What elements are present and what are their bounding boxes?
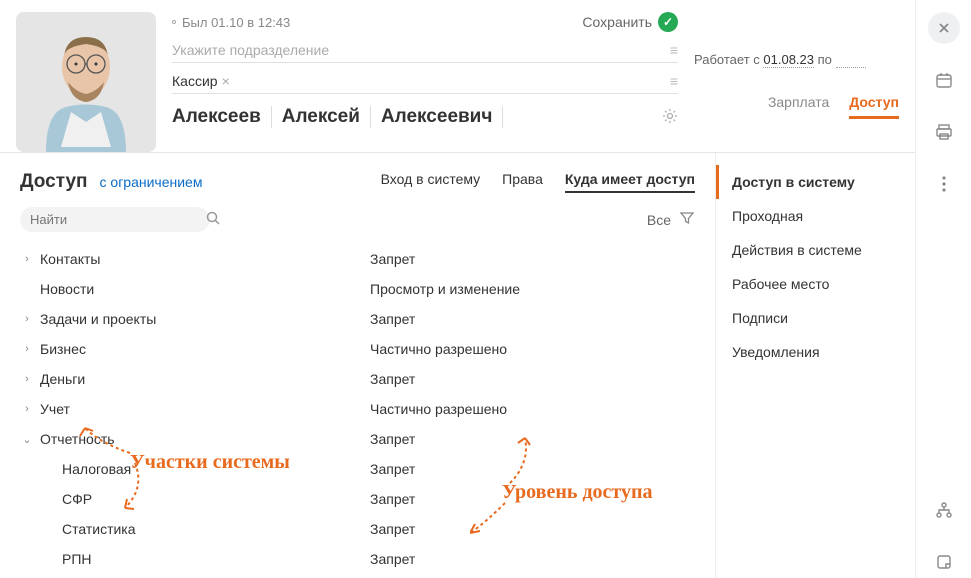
access-level[interactable]: Частично разрешено xyxy=(370,401,507,417)
more-icon[interactable] xyxy=(928,168,960,200)
tree-row[interactable]: › КонтактыЗапрет xyxy=(20,244,695,274)
page-title: Доступ xyxy=(20,171,88,193)
name-row: Алексеев Алексей Алексеевич xyxy=(172,100,678,138)
tree-row[interactable]: СтатистикаЗапрет xyxy=(20,514,695,544)
position-field[interactable]: Кассир × ≡ xyxy=(172,69,678,94)
sidebar-item[interactable]: Доступ в систему xyxy=(716,165,915,199)
tree-label[interactable]: Новости xyxy=(40,281,370,297)
access-level[interactable]: Запрет xyxy=(370,461,415,477)
tree-row[interactable]: СФРЗапрет xyxy=(20,484,695,514)
note-icon[interactable] xyxy=(928,546,960,578)
access-level[interactable]: Частично разрешено xyxy=(370,341,507,357)
calendar-icon[interactable] xyxy=(928,64,960,96)
tree-label[interactable]: Статистика xyxy=(62,521,370,537)
subtab-login[interactable]: Вход в систему xyxy=(381,171,481,193)
date-from[interactable]: 01.08.23 xyxy=(763,52,814,68)
tree-label[interactable]: Отчетность xyxy=(40,431,370,447)
sidebar-item[interactable]: Действия в системе xyxy=(716,233,915,267)
tab-salary[interactable]: Зарплата xyxy=(768,94,829,119)
gear-icon[interactable] xyxy=(662,108,678,127)
hierarchy-icon[interactable] xyxy=(928,494,960,526)
sidebar-item[interactable]: Уведомления xyxy=(716,335,915,369)
tree-row[interactable]: ⌄ ОтчетностьЗапрет xyxy=(20,424,695,454)
chevron-right-icon[interactable]: › xyxy=(20,253,34,265)
tree-row[interactable]: › БизнесЧастично разрешено xyxy=(20,334,695,364)
chevron-right-icon[interactable]: › xyxy=(20,403,34,415)
menu-icon[interactable]: ≡ xyxy=(670,42,678,58)
subtab-access-to[interactable]: Куда имеет доступ xyxy=(565,171,695,193)
tree-row[interactable]: НовостиПросмотр и изменение xyxy=(20,274,695,304)
access-level[interactable]: Запрет xyxy=(370,491,415,507)
avatar[interactable] xyxy=(16,12,156,152)
date-to[interactable] xyxy=(836,52,866,68)
tree-label[interactable]: Учет xyxy=(40,401,370,417)
chevron-right-icon[interactable]: › xyxy=(20,343,34,355)
subtab-rights[interactable]: Права xyxy=(502,171,543,193)
chevron-down-icon[interactable]: ⌄ xyxy=(20,433,34,446)
tree-label[interactable]: Бизнес xyxy=(40,341,370,357)
last-name[interactable]: Алексеев xyxy=(172,106,272,128)
middle-name[interactable]: Алексеевич xyxy=(381,106,503,128)
tree-label[interactable]: Деньги xyxy=(40,371,370,387)
close-icon[interactable] xyxy=(928,12,960,44)
tree-row[interactable]: РПНЗапрет xyxy=(20,544,695,574)
tree-label[interactable]: Задачи и проекты xyxy=(40,311,370,327)
access-level[interactable]: Просмотр и изменение xyxy=(370,281,520,297)
first-name[interactable]: Алексей xyxy=(282,106,371,128)
access-level[interactable]: Запрет xyxy=(370,251,415,267)
remove-chip-icon[interactable]: × xyxy=(222,73,230,89)
save-button[interactable]: Сохранить xyxy=(582,14,652,30)
access-level[interactable]: Запрет xyxy=(370,431,415,447)
chevron-right-icon[interactable]: › xyxy=(20,313,34,325)
filter-icon[interactable] xyxy=(679,210,695,229)
sidebar-item[interactable]: Подписи xyxy=(716,301,915,335)
tree-row[interactable]: › Задачи и проектыЗапрет xyxy=(20,304,695,334)
search-box[interactable] xyxy=(20,207,210,232)
tree-row[interactable]: НалоговаяЗапрет xyxy=(20,454,695,484)
check-icon: ✓ xyxy=(658,12,678,32)
sidebar-item[interactable]: Рабочее место xyxy=(716,267,915,301)
tree-label[interactable]: Контакты xyxy=(40,251,370,267)
department-field[interactable]: Укажите подразделение ≡ xyxy=(172,38,678,63)
printer-icon[interactable] xyxy=(928,116,960,148)
tab-access[interactable]: Доступ xyxy=(849,94,899,119)
search-icon[interactable] xyxy=(206,211,220,228)
tree-label[interactable]: РПН xyxy=(62,551,370,567)
menu-icon[interactable]: ≡ xyxy=(670,73,678,89)
access-level[interactable]: Запрет xyxy=(370,311,415,327)
access-level[interactable]: Запрет xyxy=(370,551,415,567)
restriction-link[interactable]: с ограничением xyxy=(100,174,203,190)
filter-all[interactable]: Все xyxy=(647,212,671,228)
sidebar-item[interactable]: Проходная xyxy=(716,199,915,233)
employment-dates: Работает с 01.08.23 по xyxy=(694,52,899,68)
tree-row[interactable]: › ДеньгиЗапрет xyxy=(20,364,695,394)
chevron-right-icon[interactable]: › xyxy=(20,373,34,385)
access-level[interactable]: Запрет xyxy=(370,371,415,387)
tree-row[interactable]: › УчетЧастично разрешено xyxy=(20,394,695,424)
search-input[interactable] xyxy=(30,212,206,227)
access-level[interactable]: Запрет xyxy=(370,521,415,537)
tree-label[interactable]: Налоговая xyxy=(62,461,370,477)
tree-label[interactable]: СФР xyxy=(62,491,370,507)
last-seen-status: Был 01.10 в 12:43 xyxy=(172,15,290,30)
